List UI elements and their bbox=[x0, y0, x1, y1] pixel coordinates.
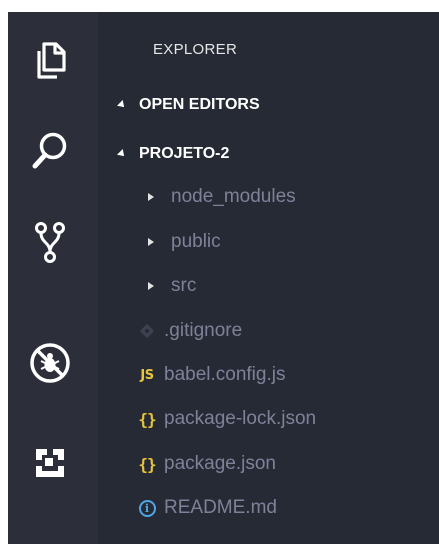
section-label: OPEN EDITORS bbox=[139, 96, 260, 113]
tree-file-babel-config[interactable]: JS babel.config.js bbox=[136, 363, 285, 387]
folder-label: node_modules bbox=[171, 186, 296, 207]
file-label: README.md bbox=[164, 497, 277, 518]
info-file-icon: i bbox=[136, 497, 158, 519]
json-file-icon: {} bbox=[138, 454, 156, 474]
tree-file-package-lock[interactable]: {} package-lock.json bbox=[136, 407, 316, 431]
chevron-right-icon bbox=[148, 193, 154, 201]
folder-label: src bbox=[171, 275, 197, 296]
file-label: .gitignore bbox=[164, 320, 243, 341]
tree-file-readme[interactable]: i README.md bbox=[136, 496, 277, 520]
explorer-sidebar: EXPLORER OPEN EDITORS PROJETO-2 node_mod… bbox=[98, 12, 439, 544]
tree-folder-node-modules[interactable]: node_modules bbox=[146, 185, 296, 209]
file-label: babel.config.js bbox=[164, 364, 286, 385]
tree-file-package-json[interactable]: {} package.json bbox=[136, 452, 276, 476]
tree-file-gitignore[interactable]: .gitignore bbox=[136, 319, 242, 343]
section-label: PROJETO-2 bbox=[139, 145, 230, 162]
file-label: package.json bbox=[164, 453, 276, 474]
sidebar-title: EXPLORER bbox=[153, 41, 238, 58]
debug-icon[interactable] bbox=[26, 339, 74, 387]
vscode-window: EXPLORER OPEN EDITORS PROJETO-2 node_mod… bbox=[8, 12, 439, 544]
search-icon[interactable] bbox=[26, 127, 74, 175]
chevron-right-icon bbox=[148, 282, 154, 290]
file-label: package-lock.json bbox=[164, 408, 317, 429]
explorer-icon[interactable] bbox=[26, 36, 74, 84]
activity-bar bbox=[8, 12, 98, 544]
json-file-icon: {} bbox=[138, 409, 156, 429]
section-project[interactable]: PROJETO-2 bbox=[117, 145, 230, 163]
tree-folder-src[interactable]: src bbox=[146, 274, 196, 298]
chevron-right-icon bbox=[148, 238, 154, 246]
chevron-down-icon bbox=[117, 149, 127, 159]
section-open-editors[interactable]: OPEN EDITORS bbox=[117, 96, 260, 114]
tree-folder-public[interactable]: public bbox=[146, 230, 221, 254]
js-file-icon: JS bbox=[140, 367, 154, 383]
source-control-icon[interactable] bbox=[26, 218, 74, 266]
info-icon: i bbox=[138, 499, 156, 517]
extensions-icon[interactable] bbox=[26, 439, 74, 487]
git-file-icon bbox=[136, 320, 158, 342]
chevron-down-icon bbox=[117, 100, 127, 110]
folder-label: public bbox=[171, 231, 221, 252]
